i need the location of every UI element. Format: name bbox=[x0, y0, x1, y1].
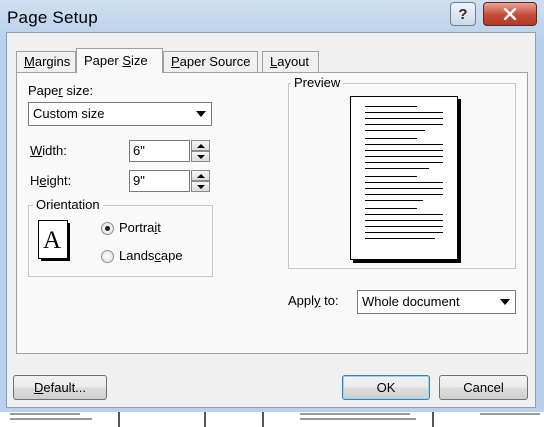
landscape-radio[interactable] bbox=[101, 250, 114, 263]
height-stepper: 9" bbox=[129, 170, 211, 192]
arrow-down-icon bbox=[196, 184, 205, 189]
paper-size-dropdown[interactable]: Custom size bbox=[28, 102, 212, 126]
height-input[interactable]: 9" bbox=[129, 170, 190, 192]
preview-group: Preview bbox=[288, 75, 516, 269]
orientation-legend: Orientation bbox=[33, 197, 103, 212]
close-button[interactable] bbox=[483, 2, 537, 26]
background-document-strip bbox=[0, 412, 544, 427]
width-increment-button[interactable] bbox=[191, 140, 210, 151]
portrait-label[interactable]: Portrait bbox=[119, 220, 161, 235]
help-button[interactable]: ? bbox=[450, 2, 476, 26]
height-increment-button[interactable] bbox=[191, 170, 210, 181]
dialog-window: Page Setup ? Margins Paper Size Paper So… bbox=[0, 0, 544, 427]
paper-size-panel: Paper size: Custom size Width: 6" Height… bbox=[16, 72, 528, 354]
width-label: Width: bbox=[30, 143, 67, 158]
arrow-up-icon bbox=[196, 173, 205, 178]
height-decrement-button[interactable] bbox=[191, 181, 210, 192]
height-label: Height: bbox=[30, 173, 72, 188]
ok-button[interactable]: OK bbox=[342, 375, 430, 400]
default-button[interactable]: Default... bbox=[13, 375, 107, 400]
close-icon bbox=[503, 8, 517, 20]
help-icon: ? bbox=[458, 5, 468, 23]
preview-page bbox=[350, 96, 458, 260]
cancel-button[interactable]: Cancel bbox=[439, 375, 528, 400]
width-input[interactable]: 6" bbox=[129, 140, 190, 162]
apply-to-label: Apply to: bbox=[288, 293, 339, 308]
portrait-page-icon: A bbox=[38, 220, 71, 262]
tab-layout[interactable]: Layout bbox=[262, 51, 319, 72]
apply-to-dropdown[interactable]: Whole document bbox=[357, 290, 516, 314]
width-stepper: 6" bbox=[129, 140, 211, 162]
arrow-up-icon bbox=[196, 143, 205, 148]
tab-paper-size[interactable]: Paper Size bbox=[76, 48, 163, 73]
preview-legend: Preview bbox=[291, 75, 344, 90]
chevron-down-icon bbox=[192, 105, 209, 123]
chevron-down-icon bbox=[496, 293, 513, 311]
width-decrement-button[interactable] bbox=[191, 151, 210, 162]
dialog-body: Margins Paper Size Paper Source Layout P… bbox=[6, 32, 536, 408]
paper-size-label: Paper size: bbox=[28, 83, 94, 98]
landscape-label[interactable]: Landscape bbox=[119, 248, 183, 263]
tab-paper-source[interactable]: Paper Source bbox=[163, 51, 258, 72]
orientation-icon-letter: A bbox=[43, 227, 62, 254]
arrow-down-icon bbox=[196, 154, 205, 159]
window-title: Page Setup bbox=[7, 8, 98, 27]
tab-margins[interactable]: Margins bbox=[16, 51, 76, 72]
orientation-group: Orientation A Portrait Landscape bbox=[28, 197, 213, 277]
portrait-radio[interactable] bbox=[101, 222, 114, 235]
